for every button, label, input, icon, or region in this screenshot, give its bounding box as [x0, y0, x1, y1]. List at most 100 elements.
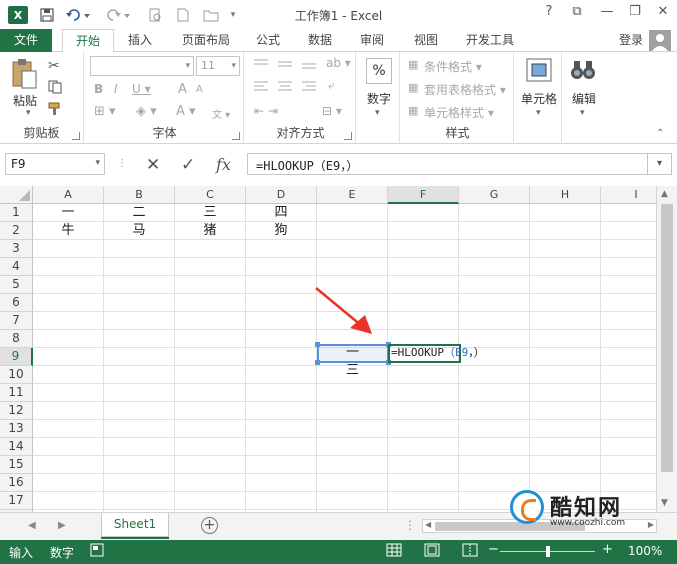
- grid-cell[interactable]: [530, 384, 601, 402]
- tab-splitter-icon[interactable]: ⋮: [404, 518, 416, 532]
- grid-cell[interactable]: [317, 222, 388, 240]
- worksheet-grid[interactable]: A B C D E F G H I 1 2 3 4 5 6 7 8 9 10 11 12 13 14 15 1…: [0, 186, 656, 512]
- grow-font-icon[interactable]: A: [178, 82, 187, 97]
- cells-icon[interactable]: [526, 58, 552, 85]
- paste-dropdown-icon[interactable]: ▾: [26, 108, 31, 118]
- grid-cell[interactable]: [246, 438, 317, 456]
- grid-cell[interactable]: [530, 348, 601, 366]
- conditional-format-icon[interactable]: ▦: [408, 58, 418, 71]
- grid-cell[interactable]: [33, 438, 104, 456]
- editing-button[interactable]: 编辑: [564, 90, 604, 107]
- row-header-11[interactable]: 11: [0, 384, 33, 402]
- grid-cell[interactable]: [246, 330, 317, 348]
- grid-cell[interactable]: [246, 312, 317, 330]
- macro-record-icon[interactable]: [90, 543, 104, 560]
- column-header-f[interactable]: F: [388, 186, 459, 204]
- grid-cell[interactable]: [246, 420, 317, 438]
- row-header-7[interactable]: 7: [0, 312, 33, 330]
- page-layout-view-icon[interactable]: [424, 543, 440, 560]
- grid-cell[interactable]: [601, 348, 656, 366]
- cell-e10[interactable]: 三: [317, 362, 388, 380]
- cell-e9[interactable]: 一: [317, 344, 388, 362]
- indent-icon[interactable]: ⇤ ⇥: [254, 104, 278, 118]
- grid-cell[interactable]: [388, 366, 459, 384]
- grid-cell[interactable]: [33, 366, 104, 384]
- grid-cell[interactable]: [459, 240, 530, 258]
- grid-cell[interactable]: [601, 222, 656, 240]
- cell-a1[interactable]: 一: [33, 204, 104, 222]
- vertical-scrollbar[interactable]: ▲ ▼: [656, 186, 677, 512]
- grid-cell[interactable]: [388, 276, 459, 294]
- grid-cell[interactable]: [104, 384, 175, 402]
- cell-d1[interactable]: 四: [246, 204, 317, 222]
- row-header-10[interactable]: 10: [0, 366, 33, 384]
- grid-cell[interactable]: [104, 366, 175, 384]
- grid-cell[interactable]: [33, 348, 104, 366]
- row-header-9[interactable]: 9: [0, 348, 33, 366]
- grid-cell[interactable]: [601, 312, 656, 330]
- merge-center-icon[interactable]: ⊟ ▾: [322, 104, 342, 118]
- grid-cell[interactable]: [317, 492, 388, 510]
- align-left-icon[interactable]: [254, 80, 320, 95]
- borders-icon[interactable]: ⊞ ▾: [94, 104, 116, 119]
- find-binoculars-icon[interactable]: [570, 58, 596, 85]
- bold-icon[interactable]: B: [94, 82, 103, 96]
- grid-cell[interactable]: [33, 276, 104, 294]
- grid-cell[interactable]: [33, 402, 104, 420]
- column-header-i[interactable]: I: [601, 186, 656, 204]
- formula-input[interactable]: =HLOOKUP（E9，）: [247, 153, 647, 175]
- grid-cell[interactable]: [601, 204, 656, 222]
- grid-cell[interactable]: [601, 294, 656, 312]
- font-size-combo[interactable]: 11 ▾: [196, 56, 240, 76]
- fill-color-icon[interactable]: ◈ ▾: [136, 104, 157, 119]
- grid-cell[interactable]: [175, 312, 246, 330]
- grid-cell[interactable]: [388, 438, 459, 456]
- grid-cell[interactable]: [459, 402, 530, 420]
- phonetic-icon[interactable]: 文 ▾: [212, 106, 230, 121]
- grid-cell[interactable]: [175, 438, 246, 456]
- cell-a2[interactable]: 牛: [33, 222, 104, 240]
- expand-formula-bar-icon[interactable]: ▾: [647, 153, 672, 175]
- grid-cell[interactable]: [459, 420, 530, 438]
- row-header-5[interactable]: 5: [0, 276, 33, 294]
- grid-cell[interactable]: [601, 366, 656, 384]
- column-header-b[interactable]: B: [104, 186, 175, 204]
- grid-cell[interactable]: [601, 330, 656, 348]
- grid-cell[interactable]: [601, 240, 656, 258]
- grid-cell[interactable]: [104, 276, 175, 294]
- grid-cell[interactable]: [317, 420, 388, 438]
- grid-cell[interactable]: [246, 456, 317, 474]
- grid-cell[interactable]: [530, 258, 601, 276]
- chevron-down-icon[interactable]: ▾: [536, 108, 541, 118]
- grid-cell[interactable]: [388, 312, 459, 330]
- cell-b2[interactable]: 马: [104, 222, 175, 240]
- grid-cell[interactable]: [388, 492, 459, 510]
- underline-icon[interactable]: U ▾: [132, 82, 151, 96]
- row-header-6[interactable]: 6: [0, 294, 33, 312]
- grid-cell[interactable]: [601, 420, 656, 438]
- tab-page-layout[interactable]: 页面布局: [174, 29, 238, 52]
- minimize-button[interactable]: —: [596, 4, 618, 24]
- grid-cell[interactable]: [388, 204, 459, 222]
- copy-icon[interactable]: [48, 80, 66, 97]
- scroll-up-icon[interactable]: ▲: [661, 189, 668, 199]
- grid-cell[interactable]: [175, 384, 246, 402]
- grid-cell[interactable]: [317, 402, 388, 420]
- next-sheet-icon[interactable]: ▶: [58, 520, 66, 531]
- grid-cell[interactable]: [317, 204, 388, 222]
- wrap-text-icon[interactable]: ⤶: [328, 78, 335, 93]
- grid-cell[interactable]: [317, 456, 388, 474]
- grid-cell[interactable]: [104, 240, 175, 258]
- sign-in-link[interactable]: 登录: [619, 29, 643, 51]
- grid-cell[interactable]: [388, 456, 459, 474]
- grid-cell[interactable]: [388, 384, 459, 402]
- font-name-combo[interactable]: ▾: [90, 56, 194, 76]
- grid-cell[interactable]: [317, 474, 388, 492]
- grid-cell[interactable]: [175, 330, 246, 348]
- grid-cell[interactable]: [388, 474, 459, 492]
- normal-view-icon[interactable]: [386, 543, 402, 560]
- grid-cell[interactable]: [388, 240, 459, 258]
- grid-cell[interactable]: [33, 384, 104, 402]
- grid-cell[interactable]: [530, 312, 601, 330]
- grid-cell[interactable]: [530, 276, 601, 294]
